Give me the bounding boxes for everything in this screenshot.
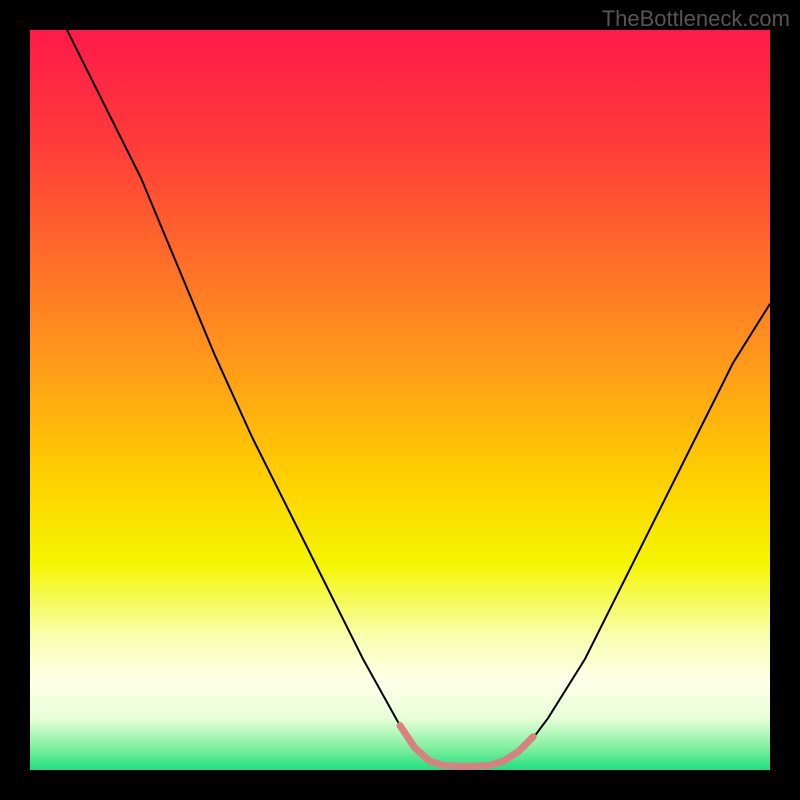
watermark-text: TheBottleneck.com [602,6,790,32]
bottleneck-chart [0,0,800,800]
chart-container: TheBottleneck.com [0,0,800,800]
gradient-background [30,30,770,770]
